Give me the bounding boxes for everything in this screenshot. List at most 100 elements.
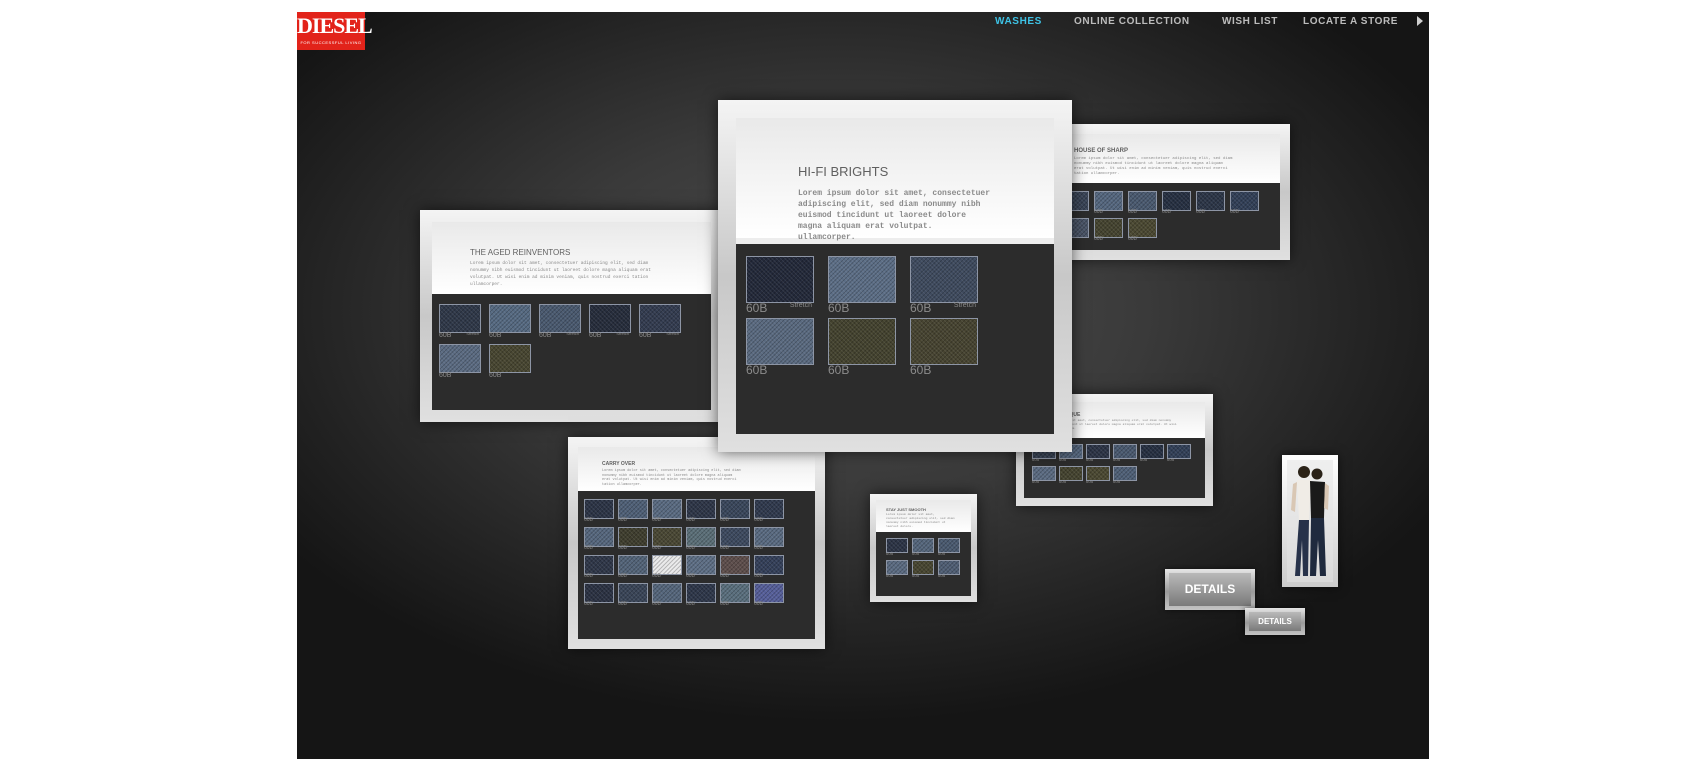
swatch-label: 60B — [1113, 457, 1121, 462]
swatch-label: 60B — [652, 601, 661, 607]
swatch-label: 60B — [652, 517, 661, 523]
denim-swatch[interactable] — [686, 583, 716, 603]
swatch-label: 60B — [1086, 457, 1094, 462]
denim-swatch[interactable] — [720, 555, 750, 575]
swatch-label: 60B — [686, 573, 695, 579]
denim-swatch[interactable] — [720, 583, 750, 603]
denim-swatch[interactable] — [1196, 191, 1225, 211]
swatch-panel: 60B60B60B60B60B60B60B60B60B — [1055, 183, 1280, 250]
denim-swatch[interactable] — [584, 499, 614, 519]
logo-tagline: FOR SUCCESSFUL LIVING — [300, 40, 362, 45]
box-description: Lorem ipsum dolor sit amet, consectetuer… — [886, 513, 955, 528]
swatch-label: 60B — [1032, 457, 1040, 462]
denim-swatch[interactable] — [584, 583, 614, 603]
swatch-label: 60B — [1032, 479, 1040, 484]
swatch-label: 60B — [746, 363, 768, 377]
swatch-label: 60B — [652, 545, 661, 551]
swatch-label: 60B — [439, 372, 452, 379]
denim-swatch[interactable] — [754, 555, 784, 575]
wash-box-house-of-sharp[interactable]: HOUSE OF SHARP Lorem ipsum dolor sit ame… — [1045, 124, 1290, 260]
swatch-label: 60B — [886, 573, 894, 578]
swatch-label: 60B — [720, 517, 729, 523]
denim-swatch[interactable] — [618, 583, 648, 603]
box-title: STAY JUST SMOOTH — [886, 507, 926, 512]
denim-swatch[interactable] — [618, 527, 648, 547]
swatch-label: 60B — [439, 332, 452, 339]
denim-swatch[interactable] — [686, 499, 716, 519]
denim-swatch[interactable] — [589, 304, 631, 333]
swatch-label: 60B — [1094, 236, 1103, 242]
nav-online-collection[interactable]: ONLINE COLLECTION — [1074, 16, 1190, 32]
play-arrow-icon[interactable] — [1417, 16, 1423, 26]
denim-swatch[interactable] — [618, 499, 648, 519]
swatch-sublabel: Stretch — [666, 331, 679, 336]
swatch-label: 60B — [1140, 457, 1148, 462]
denim-swatch[interactable] — [828, 256, 896, 303]
wash-box-aged-reinventors[interactable]: THE AGED REINVENTORS Lorem ipsum dolor s… — [420, 210, 723, 422]
denim-swatch[interactable] — [720, 499, 750, 519]
denim-swatch[interactable] — [652, 583, 682, 603]
denim-swatch[interactable] — [618, 555, 648, 575]
denim-swatch[interactable] — [439, 304, 481, 333]
denim-swatch[interactable] — [720, 527, 750, 547]
swatch-sublabel: Stretch — [789, 302, 812, 309]
denim-swatch[interactable] — [910, 318, 978, 365]
swatch-label: 60B — [754, 517, 763, 523]
denim-swatch[interactable] — [489, 304, 531, 333]
swatch-label: 60B — [618, 517, 627, 523]
details-button-large[interactable]: DETAILS — [1165, 569, 1255, 610]
denim-swatch[interactable] — [910, 256, 978, 303]
swatch-label: 60B — [584, 545, 593, 551]
denim-swatch[interactable] — [652, 499, 682, 519]
denim-swatch[interactable] — [754, 583, 784, 603]
swatch-label: 60B — [912, 551, 920, 556]
denim-swatch[interactable] — [1230, 191, 1259, 211]
swatch-label: 60B — [938, 551, 946, 556]
nav-washes[interactable]: WASHES — [995, 16, 1042, 32]
denim-swatch[interactable] — [686, 527, 716, 547]
box-description: Lorem ipsum dolor sit amet, consectetuer… — [470, 261, 651, 287]
nav-wish-list[interactable]: WISH LIST — [1222, 16, 1278, 32]
denim-swatch[interactable] — [746, 318, 814, 365]
swatch-label: 60B — [720, 545, 729, 551]
washes-stage: DIESEL FOR SUCCESSFUL LIVING WASHES ONLI… — [297, 12, 1429, 759]
denim-swatch[interactable] — [1094, 218, 1123, 238]
diesel-logo[interactable]: DIESEL FOR SUCCESSFUL LIVING — [297, 12, 373, 50]
wash-box-stay-just-smooth[interactable]: STAY JUST SMOOTH Lorem ipsum dolor sit a… — [870, 494, 977, 602]
box-title: HI-FI BRIGHTS — [798, 164, 889, 179]
denim-swatch[interactable] — [754, 499, 784, 519]
denim-swatch[interactable] — [584, 527, 614, 547]
wash-box-hi-fi-brights[interactable]: HI-FI BRIGHTS Lorem ipsum dolor sit amet… — [718, 100, 1072, 452]
swatch-label: 60B — [910, 301, 932, 315]
swatch-label: 60B — [1059, 479, 1067, 484]
nav-locate-a-store[interactable]: LOCATE A STORE — [1303, 16, 1398, 32]
swatch-label: 60B — [1230, 209, 1239, 215]
denim-swatch[interactable] — [652, 555, 682, 575]
details-button-small[interactable]: DETAILS — [1245, 608, 1305, 635]
denim-swatch[interactable] — [1094, 191, 1123, 211]
swatch-label: 60B — [652, 573, 661, 579]
denim-swatch[interactable] — [439, 344, 481, 373]
swatch-sublabel: Stretch — [466, 331, 479, 336]
denim-swatch[interactable] — [539, 304, 581, 333]
wash-box-carry-over[interactable]: CARRY OVER Lorem ipsum dolor sit amet, c… — [568, 437, 825, 649]
denim-swatch[interactable] — [746, 256, 814, 303]
denim-swatch[interactable] — [489, 344, 531, 373]
denim-swatch[interactable] — [1162, 191, 1191, 211]
denim-swatch[interactable] — [639, 304, 681, 333]
denim-swatch[interactable] — [1128, 191, 1157, 211]
swatch-label: 60B — [639, 332, 652, 339]
swatch-label: 60B — [938, 573, 946, 578]
swatch-label: 60B — [886, 551, 894, 556]
denim-swatch[interactable] — [1128, 218, 1157, 238]
denim-swatch[interactable] — [754, 527, 784, 547]
model-photo[interactable] — [1282, 455, 1338, 587]
denim-swatch[interactable] — [652, 527, 682, 547]
swatch-label: 60B — [618, 601, 627, 607]
denim-swatch[interactable] — [828, 318, 896, 365]
swatch-label: 60B — [746, 301, 768, 315]
denim-swatch[interactable] — [686, 555, 716, 575]
swatch-label: 60B — [618, 545, 627, 551]
denim-swatch[interactable] — [584, 555, 614, 575]
swatch-label: 60B — [828, 301, 850, 315]
